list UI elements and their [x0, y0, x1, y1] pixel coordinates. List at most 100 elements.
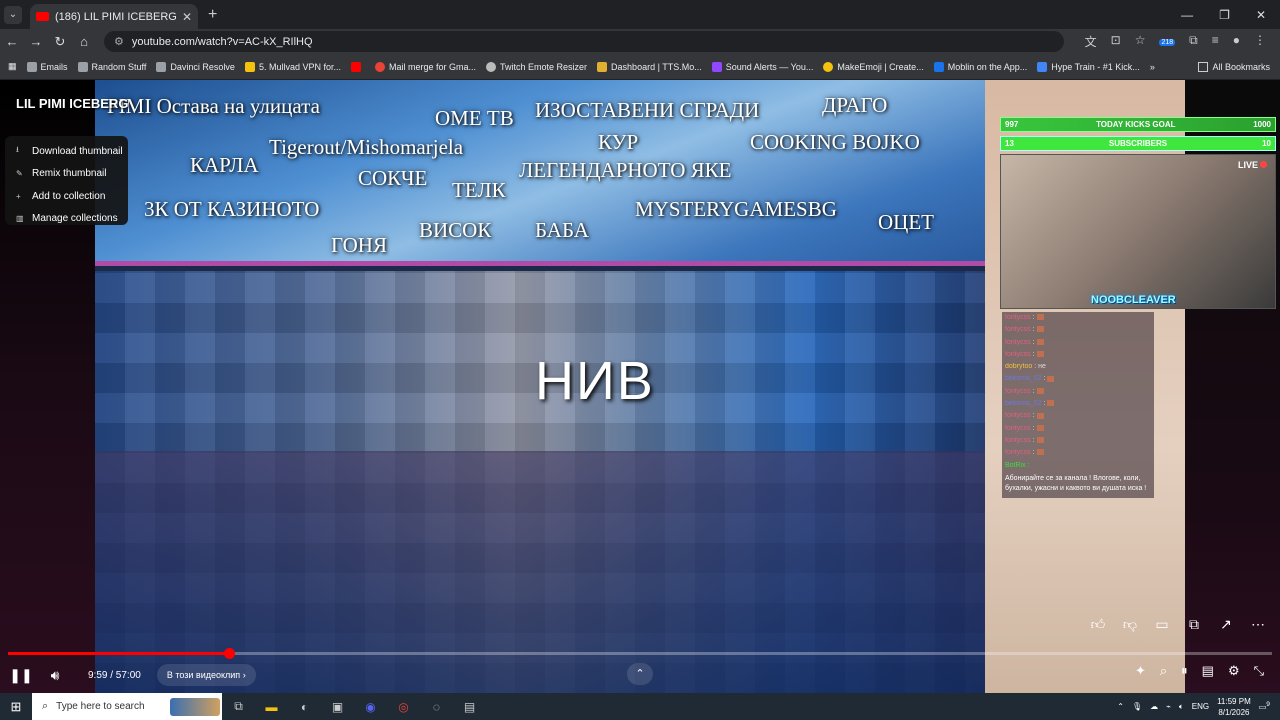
app-icon[interactable]: ◐ — [288, 700, 321, 714]
home-icon[interactable]: ⌂ — [72, 34, 96, 49]
dislike-icon[interactable]: 👎︎ — [1120, 616, 1140, 633]
pixelated-background — [95, 271, 985, 693]
youtube-favicon-icon — [36, 12, 49, 21]
system-tray: ⌃ 🎙︎ ☁ ⌁ 🔈︎ ENG 11:59 PM 8/1/2026 ▭9 — [1117, 696, 1280, 718]
iceberg-banner: PIMI Остава на улицата ОМЕ ТВ ИЗОСТАВЕНИ… — [95, 80, 985, 266]
restore-icon[interactable]: ❐ — [1219, 8, 1230, 22]
chapter-button[interactable]: В този видеоклип › — [156, 664, 256, 686]
bookmarks-overflow-icon[interactable]: » — [1150, 62, 1155, 72]
forward-icon[interactable]: → — [24, 34, 48, 49]
app-icon[interactable]: ▣ — [321, 700, 354, 714]
bookmark-star-icon[interactable]: ☆ — [1135, 33, 1146, 50]
bookmark-item[interactable]: Hype Train - #1 Kick... — [1037, 61, 1140, 72]
live-badge: LIVE — [1238, 160, 1267, 170]
app-icon[interactable]: ◌ — [420, 700, 453, 714]
browser-tab[interactable]: (186) LIL PIMI ICEBERG - Yo ✕ — [30, 4, 198, 29]
minimize-icon[interactable]: — — [1181, 8, 1193, 22]
menu-item-manage-collections[interactable]: ▥ Manage collections — [5, 208, 128, 231]
apps-icon[interactable]: ▦ — [8, 61, 17, 72]
all-bookmarks[interactable]: All Bookmarks — [1198, 61, 1270, 72]
tab-search-button[interactable]: ⌄ — [4, 5, 22, 24]
subtitles-icon[interactable]: ▤ — [1202, 663, 1214, 679]
search-in-video-icon[interactable]: ⌕ — [1160, 663, 1167, 679]
tab-strip: ⌄ (186) LIL PIMI ICEBERG - Yo ✕ + — ❐ ✕ — [0, 0, 1280, 29]
bookmark-item[interactable] — [350, 61, 365, 72]
cloud-icon[interactable]: ☁ — [1150, 702, 1158, 711]
live-chat-icon[interactable]: ⧉ — [1184, 616, 1204, 633]
bookmark-item[interactable]: Emails — [26, 61, 68, 72]
more-icon[interactable]: ⋯ — [1248, 616, 1268, 633]
notifications-icon[interactable]: ▭9 — [1259, 701, 1270, 712]
taskbar-search[interactable]: ⌕ Type here to search — [32, 693, 222, 720]
close-window-icon[interactable]: ✕ — [1256, 8, 1266, 22]
subscribers-bar: 13 SUBSCRIBERS 10 — [1000, 136, 1276, 151]
app-icon[interactable]: ▤ — [453, 700, 486, 714]
streamer-name: NOOBCLEAVER — [1091, 294, 1176, 306]
translate-icon[interactable]: 文 — [1085, 33, 1097, 50]
channel-title[interactable]: LIL PIMI ICEBERG — [16, 96, 128, 111]
menu-item-remix-thumbnail[interactable]: ✎ Remix thumbnail — [5, 163, 128, 186]
remix-icon: ✎ — [16, 169, 23, 179]
bot-message: Абонирайте се за канала ! Влогове, коли,… — [1005, 474, 1147, 492]
emote-icon — [1036, 387, 1044, 394]
chat-line: bekoma_02 : — [1005, 375, 1151, 387]
tray-chevron-icon[interactable]: ⌃ — [1117, 702, 1124, 711]
bookmark-item[interactable]: Davinci Resolve — [156, 61, 235, 72]
banner-word: СОКЧЕ — [358, 166, 428, 190]
emote-icon — [1036, 314, 1044, 321]
comments-icon[interactable]: ▭ — [1152, 616, 1172, 633]
banner-word: КАРЛА — [190, 153, 259, 177]
close-tab-icon[interactable]: ✕ — [182, 10, 192, 24]
language-indicator[interactable]: ENG — [1192, 702, 1209, 711]
like-icon[interactable]: 👍︎ — [1088, 616, 1108, 633]
profile-icon[interactable]: ● — [1233, 33, 1240, 50]
chevron-up-icon[interactable]: ⌃ — [627, 663, 653, 685]
exit-fullscreen-icon[interactable]: ⤡ — [1254, 663, 1264, 679]
mic-icon[interactable]: 🎙︎ — [1132, 702, 1142, 711]
emote-icon — [1036, 351, 1044, 358]
banner-word: PIMI Остава на улицата — [107, 94, 320, 118]
bookmark-item[interactable]: Sound Alerts — You... — [711, 61, 813, 72]
bookmark-item[interactable]: 5. Mullvad VPN for... — [244, 61, 341, 72]
bookmark-item[interactable]: Dashboard | TTS.Mo... — [597, 61, 702, 72]
banner-word: COOKING BOJKO — [750, 130, 920, 154]
clock[interactable]: 11:59 PM 8/1/2026 — [1217, 696, 1251, 718]
site-info-icon[interactable]: ⚙ — [114, 35, 124, 48]
sparkle-icon[interactable]: ✦ — [1135, 663, 1146, 679]
speaker-icon[interactable]: 🔈︎ — [1179, 702, 1184, 712]
menu-item-add-to-collection[interactable]: + Add to collection — [5, 185, 128, 208]
menu-icon[interactable]: ⋮ — [1254, 33, 1266, 50]
banner-word: ТЕЛК — [452, 178, 506, 202]
extensions-icon[interactable]: ⧉ — [1189, 33, 1198, 50]
progress-bar[interactable] — [8, 648, 1272, 659]
settings-icon[interactable]: ⚙ — [1228, 663, 1240, 679]
bookmark-item[interactable]: MakeEmoji | Create... — [823, 61, 924, 72]
bookmark-item[interactable]: Random Stuff — [77, 61, 146, 72]
reload-icon[interactable]: ↻ — [48, 34, 72, 50]
bookmark-item[interactable]: Twitch Emote Resizer — [486, 61, 587, 72]
discord-icon[interactable]: ◉ — [354, 700, 387, 714]
emote-icon — [1036, 326, 1044, 333]
autoplay-toggle-icon[interactable]: ⏸ — [1181, 663, 1188, 679]
pause-icon[interactable]: ❚❚ — [4, 667, 38, 684]
task-view-icon[interactable]: ⧉ — [222, 699, 255, 714]
file-explorer-icon[interactable]: ▬ — [255, 700, 288, 714]
network-icon[interactable]: ⌁ — [1166, 702, 1171, 711]
windows-start-icon[interactable]: ⊞ — [0, 699, 32, 715]
bookmark-item[interactable]: Moblin on the App... — [933, 61, 1027, 72]
video-actions: 👍︎ 👎︎ ▭ ⧉ ↗ ⋯ — [1088, 616, 1268, 633]
time-display: 9:59 / 57:00 — [88, 669, 141, 681]
new-tab-button[interactable]: + — [208, 6, 217, 24]
video-frame: PIMI Остава на улицата ОМЕ ТВ ИЗОСТАВЕНИ… — [95, 80, 985, 693]
search-highlight-image — [170, 697, 220, 716]
volume-icon[interactable]: 🔊︎ — [38, 667, 72, 684]
menu-item-download-thumbnail[interactable]: ⭳ Download thumbnail — [5, 140, 128, 163]
share-icon[interactable]: ↗ — [1216, 616, 1236, 633]
install-icon[interactable]: ⊡ — [1111, 33, 1121, 50]
bookmark-item[interactable]: Mail merge for Gma... — [374, 61, 476, 72]
back-icon[interactable]: ← — [0, 34, 24, 49]
reading-list-icon[interactable]: ≡ — [1212, 33, 1219, 50]
chrome-icon[interactable]: ◎ — [387, 700, 420, 714]
extension-badge[interactable]: 218 — [1159, 33, 1176, 50]
address-bar[interactable]: ⚙ youtube.com/watch?v=AC-kX_RIlHQ — [104, 31, 1064, 52]
